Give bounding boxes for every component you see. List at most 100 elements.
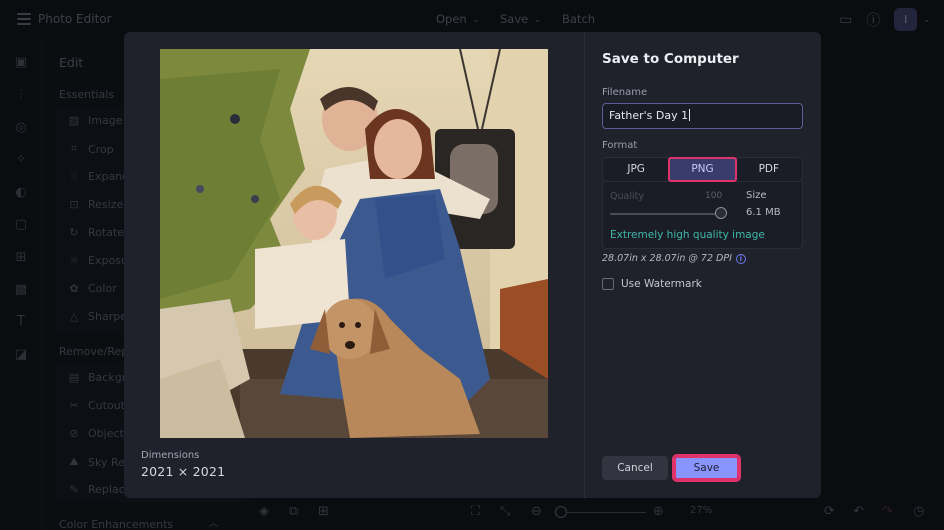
background-icon: ▤ [68, 371, 80, 384]
top-right-icons: ▭ ⓘ I ⌄ [839, 8, 930, 31]
grid-icon[interactable]: ⊞ [13, 250, 29, 266]
expand-icon: ⁙ [69, 170, 79, 183]
sidebar-item-color[interactable]: ✿ Color [68, 282, 117, 295]
undo-icon[interactable]: ↶ [853, 504, 864, 519]
save-label: Save [500, 12, 529, 26]
sidebar-item-resize[interactable]: ⊡ Resize [68, 198, 123, 211]
print-size-info: 28.07in x 28.07in @ 72 DPI i [602, 253, 746, 264]
checkbox-box[interactable] [602, 278, 614, 290]
size-label: Size [746, 190, 767, 201]
image-icon[interactable]: ▣ [13, 55, 29, 71]
quality-value: 100 [705, 191, 723, 201]
item-label: Color [88, 282, 117, 295]
eraser-icon: ⊘ [69, 427, 79, 440]
sparkle-icon[interactable]: ✧ [13, 152, 29, 168]
frame-icon[interactable]: ▢ [13, 217, 29, 233]
sidebar-item-expand[interactable]: ⁙ Expand [68, 170, 129, 183]
filename-label: Filename [602, 87, 648, 98]
layers-icon[interactable]: ◈ [259, 504, 269, 519]
chevron-down-icon[interactable]: ⌄ [923, 15, 930, 24]
feedback-icon[interactable]: ▭ [839, 12, 852, 28]
zoom-out-icon[interactable]: ⊖ [531, 504, 542, 519]
item-label: Cutout [88, 399, 125, 412]
format-pdf-button[interactable]: PDF [736, 158, 802, 181]
reset-icon[interactable]: ⟳ [824, 504, 835, 519]
quality-slider-track[interactable] [610, 213, 718, 215]
sidebar-item-rotate[interactable]: ↻ Rotate [68, 226, 124, 239]
zoom-slider-thumb[interactable] [555, 506, 567, 518]
filename-value: Father's Day 1 [609, 109, 689, 122]
section-essentials[interactable]: Essentials [59, 88, 114, 101]
crop-icon: ⌗ [70, 142, 78, 155]
format-jpg-button[interactable]: JPG [603, 158, 669, 181]
text-icon[interactable]: T [13, 314, 29, 330]
grid-view-icon[interactable]: ⊞ [318, 504, 329, 519]
zoom-in-icon[interactable]: ⊕ [653, 504, 664, 519]
redo-icon[interactable]: ↷ [882, 504, 893, 519]
sharpen-icon: △ [69, 310, 79, 323]
zoom-level: 27% [690, 505, 713, 516]
section-color-enhancements[interactable]: Color Enhancements [59, 518, 173, 530]
item-label: Crop [88, 142, 114, 156]
tool-rail: ▣ ⫶ ◎ ✧ ◐ ▢ ⊞ ▩ T ◪ [0, 40, 42, 530]
quality-description: Extremely high quality image [610, 229, 765, 241]
color-icon: ✿ [69, 282, 79, 295]
watermark-checkbox[interactable]: Use Watermark [602, 278, 702, 290]
item-label: Resize [88, 198, 124, 211]
chevron-up-icon[interactable]: ︿ [209, 516, 218, 529]
eye-icon[interactable]: ◎ [13, 120, 29, 136]
sidebar-item-crop[interactable]: ⌗ Crop [68, 142, 114, 156]
chevron-down-icon: ⌄ [472, 14, 480, 24]
info-icon[interactable]: i [735, 253, 746, 264]
help-icon[interactable]: ⓘ [866, 10, 880, 30]
quality-panel: Quality 100 Size 6.1 MB Extremely high q… [602, 182, 803, 249]
save-button[interactable]: Save [672, 454, 741, 482]
dropper-icon: ✎ [69, 483, 79, 496]
palette-icon[interactable]: ◐ [13, 185, 29, 201]
dialog-settings-pane: Save to Computer Filename Father's Day 1… [585, 32, 821, 498]
actual-size-icon[interactable]: ⤡ [500, 504, 510, 519]
hamburger-menu-icon[interactable] [17, 13, 31, 25]
dimensions-value: 2021 × 2021 [141, 464, 226, 479]
zoom-slider-track[interactable] [562, 512, 646, 513]
format-label: Format [602, 140, 638, 151]
item-label: Expand [88, 170, 130, 183]
item-label: Rotate [88, 226, 125, 239]
side-panel-title: Edit [59, 55, 84, 70]
overlay-icon[interactable]: ◪ [13, 347, 29, 363]
batch-button[interactable]: Batch [562, 12, 595, 26]
resize-icon: ⊡ [69, 198, 79, 211]
dialog-title: Save to Computer [602, 51, 739, 67]
avatar[interactable]: I [894, 8, 918, 31]
sliders-icon[interactable]: ⫶ [13, 88, 29, 104]
history-icon[interactable]: ◷ [913, 504, 924, 519]
rotate-icon: ↻ [69, 226, 79, 239]
duplicate-icon[interactable]: ⧉ [289, 504, 298, 519]
cutout-icon: ✂ [69, 399, 79, 412]
open-menu-button[interactable]: Open ⌄ [436, 12, 479, 26]
fit-screen-icon[interactable]: ⛶ [471, 504, 480, 519]
format-selector: JPG PNG PDF [602, 157, 803, 182]
quality-slider-thumb[interactable] [715, 207, 727, 219]
enhance-icon: ▨ [68, 114, 80, 127]
photo-illustration [160, 49, 548, 438]
cancel-button[interactable]: Cancel [602, 456, 668, 480]
exposure-icon: ☼ [69, 254, 79, 267]
save-to-computer-dialog: Dimensions 2021 × 2021 Save to Computer … [124, 32, 821, 498]
filename-input[interactable]: Father's Day 1 [602, 103, 803, 129]
sky-icon: ⛰ [69, 455, 79, 468]
text-caret [689, 109, 691, 121]
open-label: Open [436, 12, 467, 26]
bottom-toolbar: ◈ ⧉ ⊞ ⛶ ⤡ ⊖ ⊕ 27% ⟳ ↶ ↷ ◷ [252, 497, 944, 530]
texture-icon[interactable]: ▩ [13, 282, 29, 298]
dimensions-label: Dimensions [141, 450, 200, 461]
save-menu-button[interactable]: Save ⌄ [500, 12, 541, 26]
sidebar-item-cutout[interactable]: ✂ Cutout [68, 399, 125, 412]
dialog-preview-pane: Dimensions 2021 × 2021 [124, 32, 584, 498]
format-png-button[interactable]: PNG [668, 157, 737, 182]
quality-label: Quality [610, 191, 644, 202]
batch-label: Batch [562, 12, 596, 26]
print-size-text: 28.07in x 28.07in @ 72 DPI [602, 253, 732, 264]
chevron-down-icon: ⌄ [534, 14, 541, 24]
watermark-label: Use Watermark [621, 278, 702, 290]
